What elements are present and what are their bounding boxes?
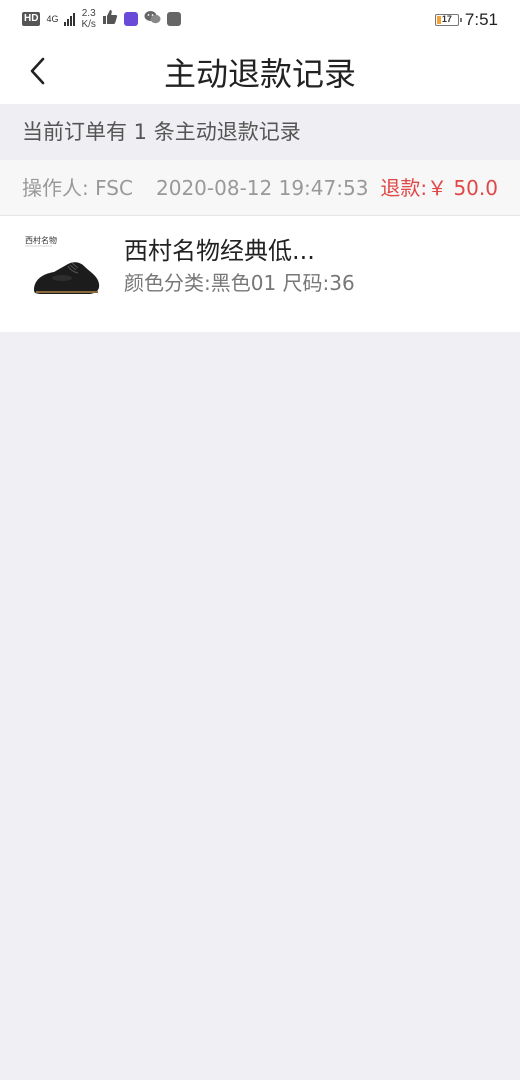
status-bar: HD 4G 2.3 K/s 17 7:51: [0, 0, 520, 42]
status-left: HD 4G 2.3 K/s: [22, 8, 181, 30]
signal-icon: [64, 12, 76, 26]
product-thumbnail: 西村名物: [22, 232, 102, 312]
wechat-icon: [144, 10, 161, 29]
thumbs-up-icon: [102, 9, 118, 29]
product-spec: 颜色分类:黑色01 尺码:36: [124, 271, 355, 295]
app-notification-icon: [123, 12, 138, 26]
svg-text:西村名物: 西村名物: [25, 235, 57, 245]
clock: 7:51: [464, 10, 498, 29]
product-name: 西村名物经典低...: [124, 237, 315, 265]
refund-amount: 退款:￥ 50.0: [380, 176, 498, 200]
nav-bar: 主动退款记录: [0, 42, 520, 104]
operator-label: 操作人: FSC: [22, 176, 133, 200]
hd-badge: HD: [22, 12, 41, 26]
page-title: 主动退款记录: [163, 55, 356, 93]
network-speed-value: 2.3: [81, 8, 96, 19]
network-type: 4G: [46, 13, 59, 24]
refund-item[interactable]: 西村名物 西村名物经典低... 颜色分类:黑色01 尺码:36: [0, 216, 520, 332]
record-time: 2020-08-12 19:47:53: [156, 176, 369, 200]
status-right: 17 7:51: [434, 10, 498, 30]
network-speed-unit: K/s: [81, 19, 96, 30]
battery-icon: 17: [434, 14, 462, 26]
network-speed: 2.3 K/s: [81, 8, 95, 30]
gallery-app-icon: [166, 12, 181, 26]
summary-text: 当前订单有 1 条主动退款记录: [22, 120, 301, 144]
battery-level: 17: [441, 14, 452, 24]
refund-summary: 当前订单有 1 条主动退款记录: [0, 104, 520, 160]
refund-record-header: 操作人: FSC 2020-08-12 19:47:53 退款:￥ 50.0: [0, 160, 520, 216]
